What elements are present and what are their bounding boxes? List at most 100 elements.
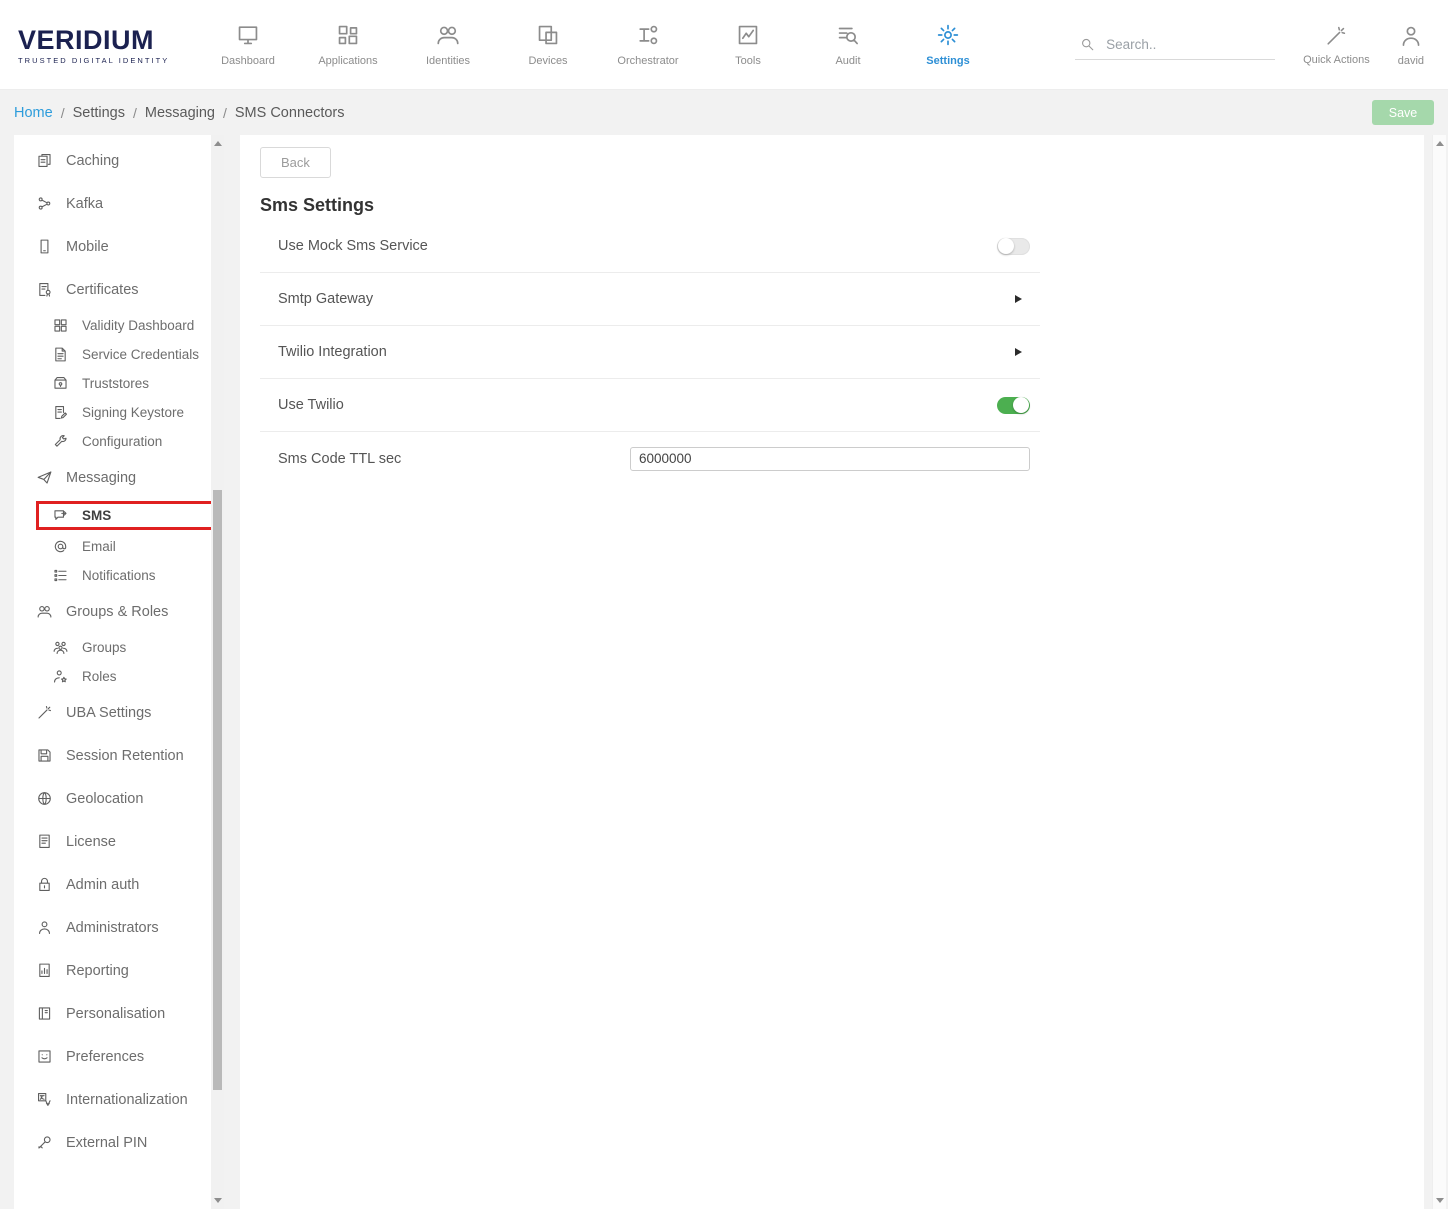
page-scrollbar[interactable] bbox=[1432, 135, 1446, 1209]
top-nav: Dashboard Applications IdentitiesDevices Or… bbox=[198, 22, 998, 67]
search-input[interactable] bbox=[1106, 37, 1256, 52]
sidebar-item-notifications[interactable]: Notifications bbox=[14, 561, 224, 590]
sms-code-ttl-sec-input[interactable] bbox=[630, 447, 1030, 471]
use-twilio-toggle[interactable] bbox=[997, 397, 1030, 414]
sidebar-item-certificates[interactable]: Certificates bbox=[14, 268, 224, 311]
sidebar-item-label: Roles bbox=[82, 669, 117, 684]
sidebar-item-label: Groups bbox=[82, 640, 126, 655]
scrollbar-thumb[interactable] bbox=[213, 490, 222, 1090]
settings-rows: Use Mock Sms Service Smtp GatewayTwilio I… bbox=[260, 220, 1040, 485]
nav-label: Orchestrator bbox=[617, 55, 678, 67]
group-icon bbox=[52, 639, 69, 656]
sidebar-item-truststores[interactable]: Truststores bbox=[14, 369, 224, 398]
identities-icon bbox=[435, 22, 461, 48]
nav-tools[interactable]: Tools bbox=[698, 22, 798, 67]
sidebar-item-label: License bbox=[66, 834, 116, 850]
nav-label: Audit bbox=[835, 55, 860, 67]
nav-settings[interactable]: Settings bbox=[898, 22, 998, 67]
nav-audit[interactable]: Audit bbox=[798, 22, 898, 67]
sidebar-item-label: Validity Dashboard bbox=[82, 318, 194, 333]
scroll-down-arrow[interactable] bbox=[1436, 1198, 1444, 1203]
top-bar: VERIDIUM TRUSTED DIGITAL IDENTITY Dashbo… bbox=[0, 0, 1448, 90]
veridium-logo[interactable]: VERIDIUM TRUSTED DIGITAL IDENTITY bbox=[18, 25, 198, 65]
sidebar-item-label: Internationalization bbox=[66, 1092, 188, 1108]
sidebar-item-caching[interactable]: Caching bbox=[14, 139, 224, 182]
sidebar-item-validity-dashboard[interactable]: Validity Dashboard bbox=[14, 311, 224, 340]
breadcrumb-item-messaging[interactable]: Messaging bbox=[145, 105, 215, 121]
back-button[interactable]: Back bbox=[260, 147, 331, 178]
sidebar-item-label: Geolocation bbox=[66, 791, 143, 807]
key-icon bbox=[36, 1134, 53, 1151]
sidebar-item-license[interactable]: License bbox=[14, 820, 224, 863]
at-sign-icon bbox=[52, 538, 69, 555]
sidebar-item-preferences[interactable]: Preferences bbox=[14, 1035, 224, 1078]
setting-label: Sms Code TTL sec bbox=[278, 451, 401, 467]
scroll-up-arrow[interactable] bbox=[1436, 141, 1444, 146]
sidebar-item-groups-roles[interactable]: Groups & Roles bbox=[14, 590, 224, 633]
breadcrumb-item-home[interactable]: Home bbox=[14, 105, 53, 121]
sidebar-item-groups[interactable]: Groups bbox=[14, 633, 224, 662]
sidebar-item-label: Groups & Roles bbox=[66, 604, 168, 620]
setting-row-smtp-gateway[interactable]: Smtp Gateway bbox=[260, 273, 1040, 326]
nav-identities[interactable]: Identities bbox=[398, 22, 498, 67]
sidebar-item-roles[interactable]: Roles bbox=[14, 662, 224, 691]
safe-icon bbox=[52, 375, 69, 392]
nav-dashboard[interactable]: Dashboard bbox=[198, 22, 298, 67]
save-icon bbox=[36, 747, 53, 764]
sidebar-scrollbar[interactable] bbox=[211, 135, 224, 1209]
user-menu[interactable]: david bbox=[1398, 23, 1424, 67]
scroll-down-arrow[interactable] bbox=[214, 1198, 222, 1203]
sidebar-item-service-credentials[interactable]: Service Credentials bbox=[14, 340, 224, 369]
sidebar-item-uba-settings[interactable]: UBA Settings bbox=[14, 691, 224, 734]
sidebar-item-admin-auth[interactable]: Admin auth bbox=[14, 863, 224, 906]
tools-icon bbox=[735, 22, 761, 48]
sidebar-list: CachingKafkaMobileCertificates Validity D… bbox=[14, 135, 224, 1164]
expand-arrow-icon[interactable] bbox=[1015, 348, 1022, 356]
sidebar-item-geolocation[interactable]: Geolocation bbox=[14, 777, 224, 820]
apps-grid-icon bbox=[335, 22, 361, 48]
sidebar-item-mobile[interactable]: Mobile bbox=[14, 225, 224, 268]
nav-devices[interactable]: Devices bbox=[498, 22, 598, 67]
sidebar-item-session-retention[interactable]: Session Retention bbox=[14, 734, 224, 777]
breadcrumb-item-settings[interactable]: Settings bbox=[73, 105, 125, 121]
scroll-up-arrow[interactable] bbox=[214, 141, 222, 146]
setting-row-use-twilio: Use Twilio bbox=[260, 379, 1040, 432]
sidebar-item-messaging[interactable]: Messaging bbox=[14, 456, 224, 499]
logo-tagline: TRUSTED DIGITAL IDENTITY bbox=[18, 56, 198, 65]
user-icon bbox=[1398, 23, 1424, 49]
signing-icon bbox=[52, 404, 69, 421]
search-box bbox=[1075, 30, 1275, 60]
sidebar-item-reporting[interactable]: Reporting bbox=[14, 949, 224, 992]
nav-applications[interactable]: Applications bbox=[298, 22, 398, 67]
sidebar-item-kafka[interactable]: Kafka bbox=[14, 182, 224, 225]
lock-icon bbox=[36, 876, 53, 893]
sidebar-item-label: Notifications bbox=[82, 568, 156, 583]
nav-label: Applications bbox=[318, 55, 377, 67]
sidebar-item-administrators[interactable]: Administrators bbox=[14, 906, 224, 949]
use-mock-sms-service-toggle[interactable] bbox=[997, 238, 1030, 255]
magic-wand-icon bbox=[1324, 24, 1348, 48]
sidebar-item-sms[interactable]: SMS bbox=[36, 501, 216, 530]
breadcrumb-separator: / bbox=[133, 105, 137, 121]
sidebar-item-internationalization[interactable]: Internationalization bbox=[14, 1078, 224, 1121]
audit-icon bbox=[835, 22, 861, 48]
sidebar-item-email[interactable]: Email bbox=[14, 532, 224, 561]
setting-row-use-mock-sms-service: Use Mock Sms Service bbox=[260, 220, 1040, 273]
quick-actions-button[interactable]: Quick Actions bbox=[1303, 24, 1370, 66]
sidebar-item-label: Email bbox=[82, 539, 116, 554]
setting-label: Use Mock Sms Service bbox=[278, 238, 428, 254]
save-button[interactable]: Save bbox=[1372, 100, 1434, 125]
nav-orchestrator[interactable]: Orchestrator bbox=[598, 22, 698, 67]
sidebar-item-signing-keystore[interactable]: Signing Keystore bbox=[14, 398, 224, 427]
top-bar-right: Quick Actions david bbox=[1075, 23, 1430, 67]
search-icon[interactable] bbox=[1079, 36, 1096, 53]
people-icon bbox=[36, 603, 53, 620]
sidebar-item-personalisation[interactable]: Personalisation bbox=[14, 992, 224, 1035]
sidebar-item-label: Admin auth bbox=[66, 877, 139, 893]
expand-arrow-icon[interactable] bbox=[1015, 295, 1022, 303]
setting-row-twilio-integration[interactable]: Twilio Integration bbox=[260, 326, 1040, 379]
orchestrator-icon bbox=[635, 22, 661, 48]
sidebar-item-external-pin[interactable]: External PIN bbox=[14, 1121, 224, 1164]
sidebar-item-configuration[interactable]: Configuration bbox=[14, 427, 224, 456]
person-icon bbox=[36, 919, 53, 936]
